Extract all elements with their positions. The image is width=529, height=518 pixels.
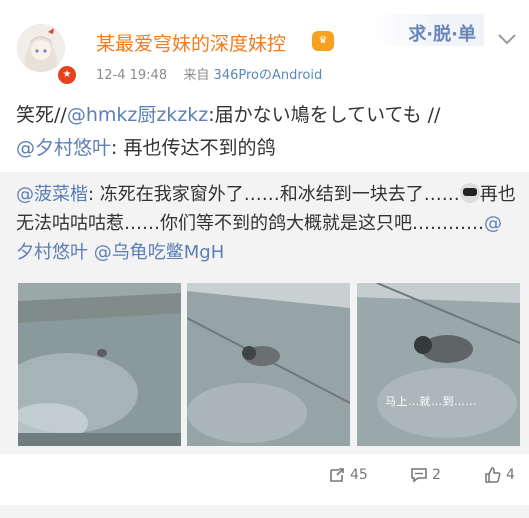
crown-icon: ♛: [312, 31, 334, 51]
post-text-part: 笑死//: [16, 104, 67, 126]
watermark: 求·脱·单: [372, 14, 484, 46]
photo-1[interactable]: [18, 283, 181, 446]
repost-button[interactable]: 45: [328, 466, 368, 484]
comment-icon: [411, 468, 427, 483]
source-prefix: 来自: [183, 68, 210, 83]
mention-link[interactable]: @菠菜楷: [16, 184, 88, 205]
like-count: 4: [506, 467, 515, 483]
repost-body: @菠菜楷: 冻死在我家窗外了……和冰结到一块去了…… 再也无法咕咕咕惹……你们等不…: [16, 180, 516, 267]
mention-link[interactable]: @hmkz厨zkzkz: [67, 104, 208, 126]
emoji-icon: [459, 183, 480, 203]
post-body: 笑死//@hmkz厨zkzkz:届かない鳩をしていても // @夕村悠叶: 再也…: [16, 99, 521, 165]
comment-count: 2: [432, 467, 441, 483]
action-bar: 45 2 4: [0, 466, 529, 490]
post-meta: 12-4 19:48 来自 346ProのAndroid: [96, 64, 322, 83]
avatar[interactable]: [17, 24, 65, 72]
photo-3[interactable]: 马上…就…到……: [357, 283, 520, 446]
photo-caption: 马上…就…到……: [385, 395, 477, 408]
like-icon: [485, 467, 501, 483]
post-text-part: :届かない鳩をしていても //: [208, 104, 441, 126]
repost-text-part: : 冻死在我家窗外了……和冰结到一块去了……: [88, 184, 460, 205]
mention-link[interactable]: @乌龟吃鳖MgH: [94, 242, 225, 263]
divider: [0, 505, 529, 518]
repost-count: 45: [350, 467, 368, 483]
like-button[interactable]: 4: [484, 466, 515, 484]
repost-icon: [330, 468, 344, 482]
post-text-part: : 再也传达不到的鸽: [111, 137, 276, 159]
vip-badge-icon: ★: [56, 64, 78, 86]
username[interactable]: 某最爱穹妹的深度妹控: [96, 29, 286, 56]
mention-link[interactable]: @夕村悠叶: [16, 137, 111, 159]
timestamp: 12-4 19:48: [96, 68, 168, 83]
comment-button[interactable]: 2: [410, 466, 441, 484]
avatar-icon: [17, 24, 65, 72]
photo-2[interactable]: [187, 283, 350, 446]
chevron-down-icon[interactable]: [497, 32, 517, 46]
source-link[interactable]: 346ProのAndroid: [214, 68, 323, 83]
